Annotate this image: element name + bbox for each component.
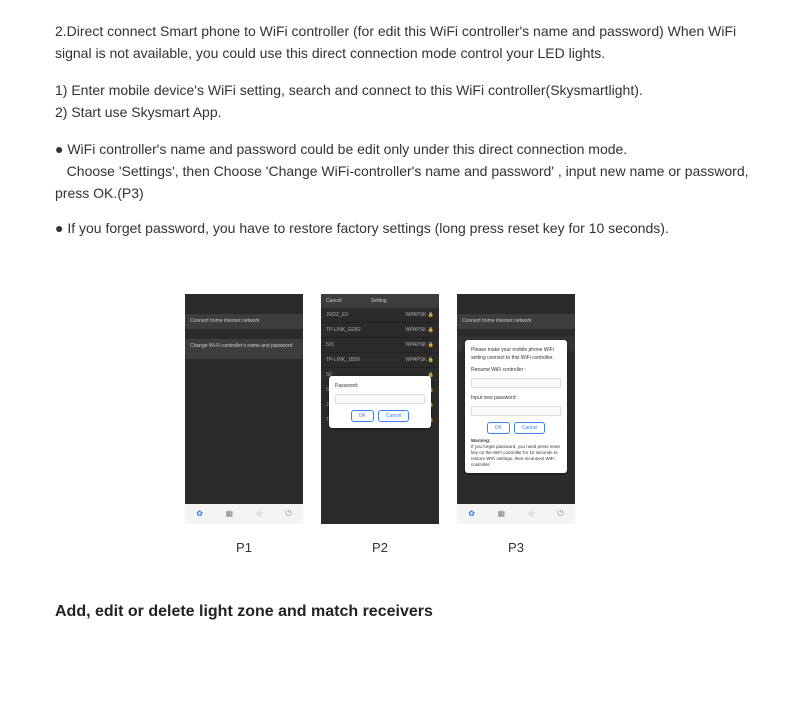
p2-row0-sec: WPAPSK bbox=[405, 312, 426, 318]
p2-row3-name: TP-LINK_1B99 bbox=[326, 356, 360, 364]
p3-rename-modal: Please make your mobile phone WiFi setti… bbox=[465, 340, 567, 473]
p2-cancel[interactable]: Cancel bbox=[326, 297, 342, 305]
p3-rename-input[interactable] bbox=[471, 378, 561, 388]
screenshots-row: Connect home internet network Change Wi-… bbox=[185, 294, 750, 524]
caption-p2: P2 bbox=[321, 538, 439, 559]
caption-p1: P1 bbox=[185, 538, 303, 559]
lock-icon: 🔒 bbox=[428, 357, 434, 363]
phone-p2: Cancel Setting JGDZ_EX WPAPSK 🔒 TP-LINK_… bbox=[321, 294, 439, 524]
gear-icon[interactable]: ✿ bbox=[468, 508, 475, 521]
section-heading: Add, edit or delete light zone and match… bbox=[55, 599, 750, 625]
star-icon[interactable]: ☆ bbox=[256, 508, 263, 521]
p2-row-3[interactable]: TP-LINK_1B99 WPAPSK 🔒 bbox=[321, 353, 439, 368]
p2-row-1[interactable]: TP-LINK_EEB2 WPAPSK 🔒 bbox=[321, 323, 439, 338]
p1-menu-connect[interactable]: Connect home internet network bbox=[185, 314, 303, 329]
phone-p1: Connect home internet network Change Wi-… bbox=[185, 294, 303, 524]
star-icon[interactable]: ☆ bbox=[528, 508, 535, 521]
p3-newpass-label: Input new password : bbox=[471, 394, 561, 402]
step-2: 2) Start use Skysmart App. bbox=[55, 101, 750, 123]
p3-tabbar: ✿ ▦ ☆ ⏻ bbox=[457, 504, 575, 524]
p3-menu-connect[interactable]: Connect home internet network bbox=[457, 314, 575, 329]
grid-icon[interactable]: ▦ bbox=[498, 508, 506, 521]
p2-cancel-button[interactable]: Cancel bbox=[378, 410, 410, 422]
power-icon[interactable]: ⏻ bbox=[285, 508, 291, 521]
lock-icon: 🔒 bbox=[428, 312, 434, 318]
bullet-1-line1: ● WiFi controller's name and password co… bbox=[55, 138, 750, 160]
p3-warn-head: Warning: bbox=[471, 438, 490, 443]
p2-password-modal: Password: OK Cancel bbox=[329, 376, 431, 428]
p2-modal-label: Password: bbox=[335, 382, 425, 390]
p2-row-2[interactable]: 501 WPAPSK 🔒 bbox=[321, 338, 439, 353]
captions-row: P1 P2 P3 bbox=[185, 538, 750, 559]
p3-newpass-input[interactable] bbox=[471, 406, 561, 416]
bullet-2: ● If you forget password, you have to re… bbox=[55, 217, 750, 239]
p3-cancel-button[interactable]: Cancel bbox=[514, 422, 546, 434]
p2-row0-name: JGDZ_EX bbox=[326, 311, 349, 319]
power-icon[interactable]: ⏻ bbox=[557, 508, 563, 521]
p1-menu-change[interactable]: Change Wi-Fi controller's name and passw… bbox=[185, 339, 303, 360]
p2-password-input[interactable] bbox=[335, 394, 425, 404]
p2-row3-sec: WPAPSK bbox=[405, 357, 426, 363]
p1-tabbar: ✿ ▦ ☆ ⏻ bbox=[185, 504, 303, 524]
p2-ok-button[interactable]: OK bbox=[351, 410, 374, 422]
intro-steps: 1) Enter mobile device's WiFi setting, s… bbox=[55, 79, 750, 124]
intro-paragraph-1: 2.Direct connect Smart phone to WiFi con… bbox=[55, 20, 750, 65]
p2-row2-sec: WPAPSK bbox=[405, 342, 426, 348]
step-1: 1) Enter mobile device's WiFi setting, s… bbox=[55, 79, 750, 101]
p3-warning: Warning: If you forget password, you nee… bbox=[471, 438, 561, 467]
bullet-1: ● WiFi controller's name and password co… bbox=[55, 138, 750, 205]
p2-row2-name: 501 bbox=[326, 341, 334, 349]
grid-icon[interactable]: ▦ bbox=[226, 508, 234, 521]
p3-warn-body: If you forget password, you need press r… bbox=[471, 444, 560, 467]
p3-modal-top-text: Please make your mobile phone WiFi setti… bbox=[471, 346, 561, 362]
p3-ok-button[interactable]: OK bbox=[487, 422, 510, 434]
lock-icon: 🔒 bbox=[428, 342, 434, 348]
p3-rename-label: Rename WiFi controller : bbox=[471, 366, 561, 374]
p2-title: Setting bbox=[371, 297, 387, 305]
bullet-1-line2: Choose 'Settings', then Choose 'Change W… bbox=[55, 160, 750, 205]
lock-icon: 🔒 bbox=[428, 327, 434, 333]
p2-header: Cancel Setting bbox=[321, 294, 439, 308]
caption-p3: P3 bbox=[457, 538, 575, 559]
gear-icon[interactable]: ✿ bbox=[196, 508, 203, 521]
phone-p3: Connect home internet network Please mak… bbox=[457, 294, 575, 524]
p2-row1-sec: WPAPSK bbox=[405, 327, 426, 333]
p2-row1-name: TP-LINK_EEB2 bbox=[326, 326, 361, 334]
p2-row-0[interactable]: JGDZ_EX WPAPSK 🔒 bbox=[321, 308, 439, 323]
